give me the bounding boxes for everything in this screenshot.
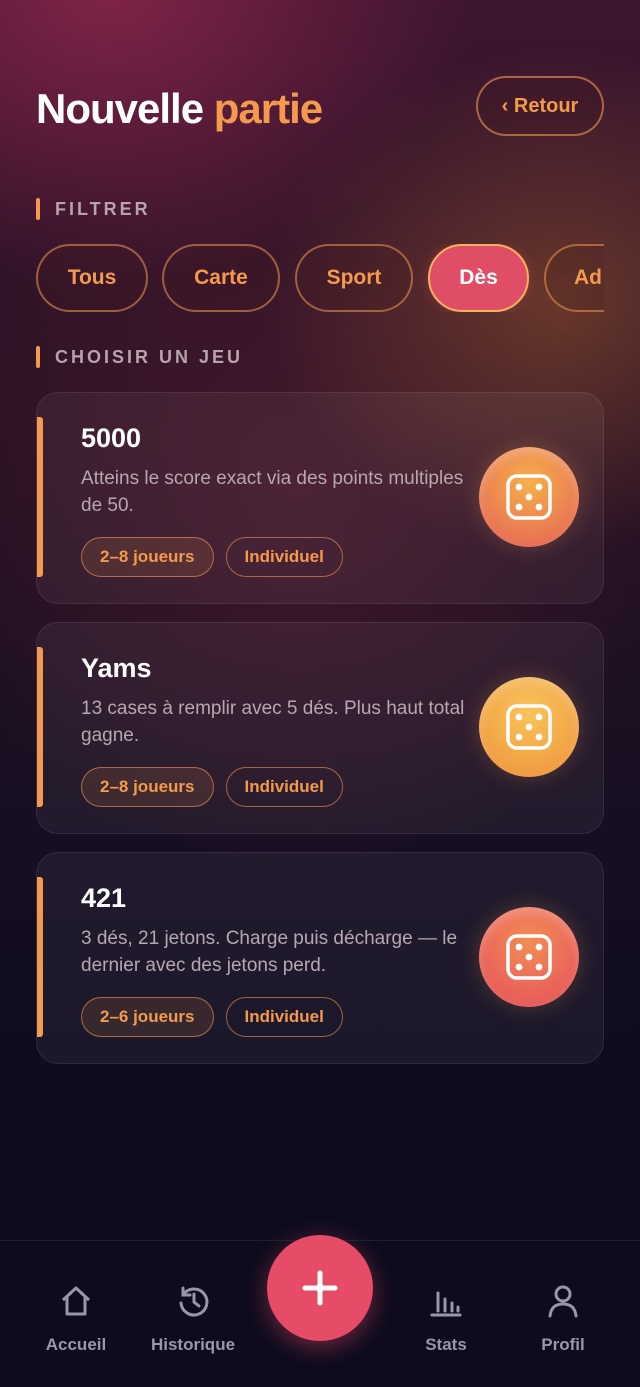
dice-icon xyxy=(479,907,579,1007)
back-button[interactable]: ‹ Retour xyxy=(476,76,604,136)
game-name: 5000 xyxy=(81,423,142,453)
chip-ad[interactable]: Ad xyxy=(544,244,604,312)
game-tags: 2–8 joueurs Individuel xyxy=(81,767,343,807)
nav-item-stats[interactable]: Stats xyxy=(391,1281,501,1355)
chip-des[interactable]: Dès xyxy=(428,244,529,312)
game-name: Yams xyxy=(81,653,152,683)
plus-icon xyxy=(302,1270,338,1306)
nav-label: Profil xyxy=(541,1335,585,1354)
mode-tag: Individuel xyxy=(225,997,343,1037)
header: Nouvelle partie ‹ Retour xyxy=(36,76,604,136)
stats-icon xyxy=(391,1281,501,1321)
games-label: CHOISIR UN JEU xyxy=(55,346,244,367)
card-accent-bar xyxy=(37,877,43,1037)
chip-carte[interactable]: Carte xyxy=(162,244,280,312)
dice-icon xyxy=(479,677,579,777)
card-accent-bar xyxy=(37,417,43,577)
filter-chips: Tous Carte Sport Dès Ad xyxy=(36,244,604,312)
players-tag: 2–8 joueurs xyxy=(81,537,214,577)
game-description: 3 dés, 21 jetons. Charge puis décharge —… xyxy=(81,928,458,976)
dice-icon xyxy=(479,447,579,547)
game-card-5000[interactable]: 5000 Atteins le score exact via des poin… xyxy=(36,392,604,604)
game-card-yams[interactable]: Yams 13 cases à remplir avec 5 dés. Plus… xyxy=(36,622,604,834)
mode-tag: Individuel xyxy=(225,767,343,807)
nav-item-accueil[interactable]: Accueil xyxy=(21,1281,131,1355)
profile-icon xyxy=(508,1281,618,1321)
page-title: Nouvelle partie xyxy=(36,84,323,134)
mode-tag: Individuel xyxy=(225,537,343,577)
nav-item-profil[interactable]: Profil xyxy=(508,1281,618,1355)
game-card-421[interactable]: 421 3 dés, 21 jetons. Charge puis déchar… xyxy=(36,852,604,1064)
nav-label: Historique xyxy=(150,1335,236,1354)
card-accent-bar xyxy=(37,647,43,807)
chip-sport[interactable]: Sport xyxy=(295,244,413,312)
games-section-label: CHOISIR UN JEU xyxy=(36,346,243,368)
nav-label: Accueil xyxy=(45,1335,107,1354)
page-title-part2: partie xyxy=(213,85,323,132)
game-name: 421 xyxy=(81,883,127,913)
game-tags: 2–6 joueurs Individuel xyxy=(81,997,343,1037)
players-tag: 2–6 joueurs xyxy=(81,997,214,1037)
page-title-part1: Nouvelle xyxy=(36,85,204,132)
game-description: 13 cases à remplir avec 5 dés. Plus haut… xyxy=(81,698,465,746)
game-description: Atteins le score exact via des points mu… xyxy=(81,468,464,516)
nav-label: Stats xyxy=(425,1335,467,1354)
filter-label: FILTRER xyxy=(55,198,151,219)
players-tag: 2–8 joueurs xyxy=(81,767,214,807)
filter-section-label: FILTRER xyxy=(36,198,151,220)
game-tags: 2–8 joueurs Individuel xyxy=(81,537,343,577)
section-accent-bar xyxy=(36,198,40,220)
section-accent-bar xyxy=(36,346,40,368)
home-icon xyxy=(21,1281,131,1321)
new-game-fab[interactable] xyxy=(267,1235,373,1341)
chip-tous[interactable]: Tous xyxy=(36,244,148,312)
history-icon xyxy=(138,1281,248,1321)
nav-item-historique[interactable]: Historique xyxy=(138,1281,248,1355)
